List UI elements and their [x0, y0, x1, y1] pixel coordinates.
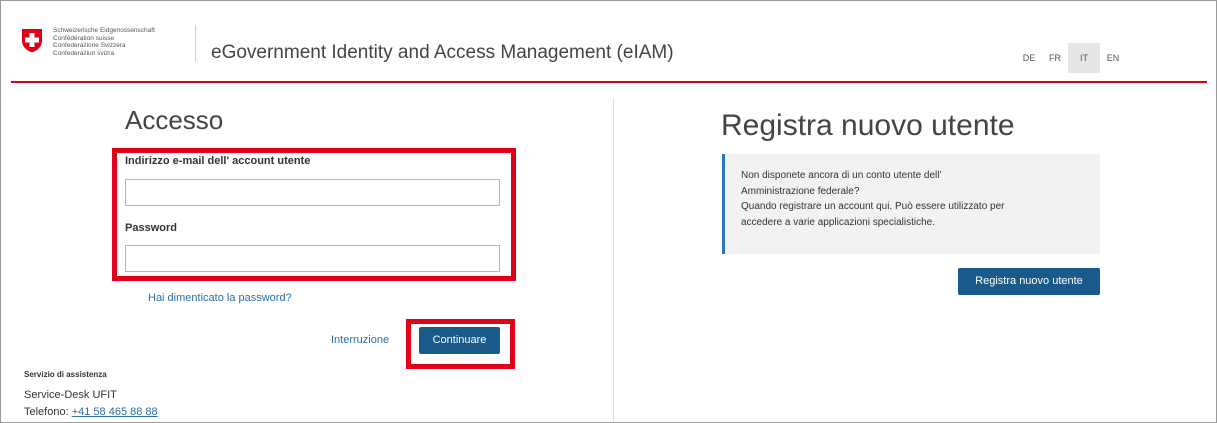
language-switcher: DE FR IT EN	[1016, 43, 1126, 73]
confederation-line: Schweizerische Eidgenossenschaft	[53, 27, 155, 34]
confederation-text: Schweizerische Eidgenossenschaft Confédé…	[53, 27, 155, 57]
support-desk: Service-Desk UFIT	[24, 389, 117, 401]
page-frame: Schweizerische Eidgenossenschaft Confédé…	[0, 0, 1217, 423]
info-line: Non disponete ancora di un conto utente …	[741, 170, 942, 181]
info-line: accedere a varie applicazioni specialist…	[741, 216, 935, 228]
phone-link[interactable]: +41 58 465 88 88	[72, 406, 158, 418]
register-title: Registra nuovo utente	[721, 109, 1015, 142]
header: Schweizerische Eidgenossenschaft Confédé…	[1, 1, 1216, 81]
cancel-link[interactable]: Interruzione	[331, 334, 389, 346]
forgot-password-link[interactable]: Hai dimenticato la password?	[148, 292, 292, 304]
lang-fr[interactable]: FR	[1042, 43, 1068, 73]
password-label: Password	[125, 222, 177, 234]
email-label: Indirizzo e-mail dell' account utente	[125, 155, 311, 167]
lang-de[interactable]: DE	[1016, 43, 1042, 73]
continue-button[interactable]: Continuare	[419, 327, 500, 354]
support-phone: Telefono: +41 58 465 88 88	[24, 406, 158, 418]
login-title: Accesso	[125, 105, 224, 135]
info-line: Amministrazione federale?	[741, 185, 860, 197]
column-divider	[613, 98, 614, 422]
password-field[interactable]	[125, 245, 500, 272]
confederation-line: Confédération suisse	[53, 34, 115, 42]
register-button[interactable]: Registra nuovo utente	[958, 268, 1100, 295]
lang-en[interactable]: EN	[1100, 43, 1126, 73]
confederation-line: Confederaziun svizra	[53, 49, 115, 57]
app-title: eGovernment Identity and Access Manageme…	[211, 42, 674, 63]
phone-label: Telefono:	[24, 406, 69, 418]
confederation-line: Confederazione Svizzera	[53, 42, 126, 49]
swiss-cross-shield-icon	[22, 29, 42, 53]
support-heading: Servizio di assistenza	[24, 370, 107, 379]
header-red-line	[11, 81, 1207, 83]
info-line: Quando registrare un account qui. Può es…	[741, 201, 1005, 212]
lang-it[interactable]: IT	[1068, 43, 1100, 73]
register-info-box: Non disponete ancora di un conto utente …	[722, 154, 1100, 254]
header-divider	[195, 25, 196, 61]
email-field[interactable]	[125, 179, 500, 206]
